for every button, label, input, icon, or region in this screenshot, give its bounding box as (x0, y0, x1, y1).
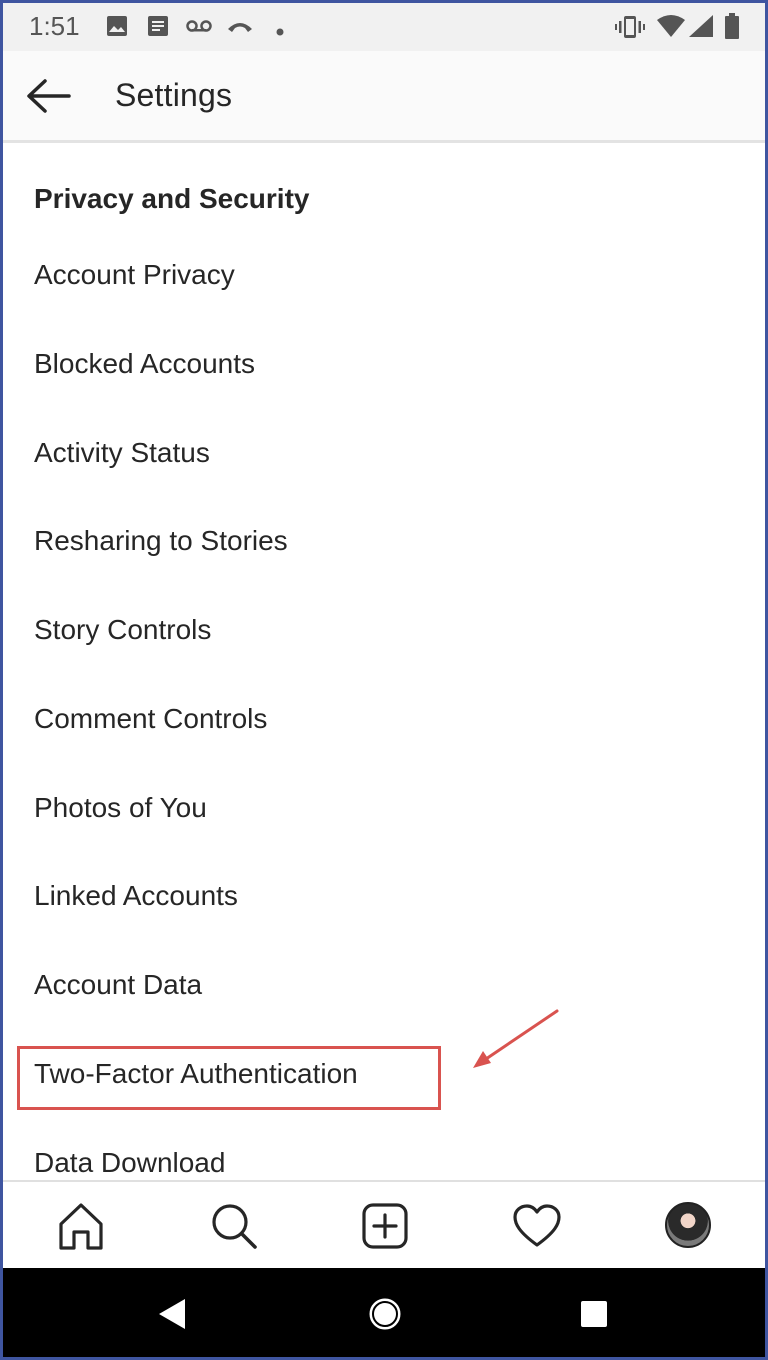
image-icon (106, 15, 128, 42)
nav-back-button[interactable] (157, 1298, 187, 1335)
annotation-highlight-box (17, 1046, 441, 1110)
android-navigation-bar (3, 1268, 765, 1357)
home-icon (59, 1203, 103, 1250)
search-icon (212, 1204, 257, 1249)
add-post-icon (362, 1203, 408, 1249)
tab-new-post[interactable] (357, 1198, 413, 1254)
section-header-privacy-security: Privacy and Security (34, 183, 310, 214)
tab-home[interactable] (53, 1198, 109, 1254)
menu-item-account-privacy[interactable]: Account Privacy (34, 245, 734, 305)
tab-activity[interactable] (509, 1198, 565, 1254)
page-title: Settings (115, 77, 233, 113)
arrow-left-icon (27, 79, 71, 113)
menu-item-resharing-to-stories[interactable]: Resharing to Stories (34, 511, 734, 571)
menu-item-photos-of-you[interactable]: Photos of You (34, 778, 734, 838)
heart-icon (513, 1204, 561, 1247)
battery-icon (725, 13, 739, 44)
bottom-tab-bar (3, 1180, 765, 1270)
phone-screen: 1:51 Settings Privacy and Security Accou… (0, 0, 768, 1360)
menu-item-data-download[interactable]: Data Download (34, 1133, 734, 1179)
settings-list: Privacy and Security Account Privacy Blo… (3, 143, 765, 1179)
app-header: Settings (3, 51, 765, 143)
tab-search[interactable] (206, 1198, 262, 1254)
nav-recents-button[interactable] (580, 1300, 608, 1333)
signal-icon (689, 15, 713, 42)
back-button[interactable] (23, 75, 75, 117)
menu-item-story-controls[interactable]: Story Controls (34, 600, 734, 660)
vibrate-icon (615, 15, 645, 44)
missed-call-icon (227, 19, 253, 38)
home-circle-icon (369, 1298, 401, 1330)
menu-item-linked-accounts[interactable]: Linked Accounts (34, 866, 734, 926)
status-bar: 1:51 (3, 3, 765, 51)
menu-item-activity-status[interactable]: Activity Status (34, 423, 734, 483)
menu-item-blocked-accounts[interactable]: Blocked Accounts (34, 334, 734, 394)
status-time: 1:51 (29, 11, 80, 41)
wifi-icon (657, 15, 685, 42)
dot-icon (276, 23, 284, 41)
annotation-arrow-icon (473, 1009, 559, 1068)
menu-item-comment-controls[interactable]: Comment Controls (34, 689, 734, 749)
menu-item-account-data[interactable]: Account Data (34, 955, 734, 1015)
message-icon (147, 15, 169, 42)
recents-square-icon (581, 1301, 607, 1327)
back-triangle-icon (159, 1299, 185, 1329)
tab-profile-avatar[interactable] (665, 1202, 711, 1248)
nav-home-button[interactable] (367, 1296, 403, 1337)
voicemail-icon (186, 19, 212, 38)
